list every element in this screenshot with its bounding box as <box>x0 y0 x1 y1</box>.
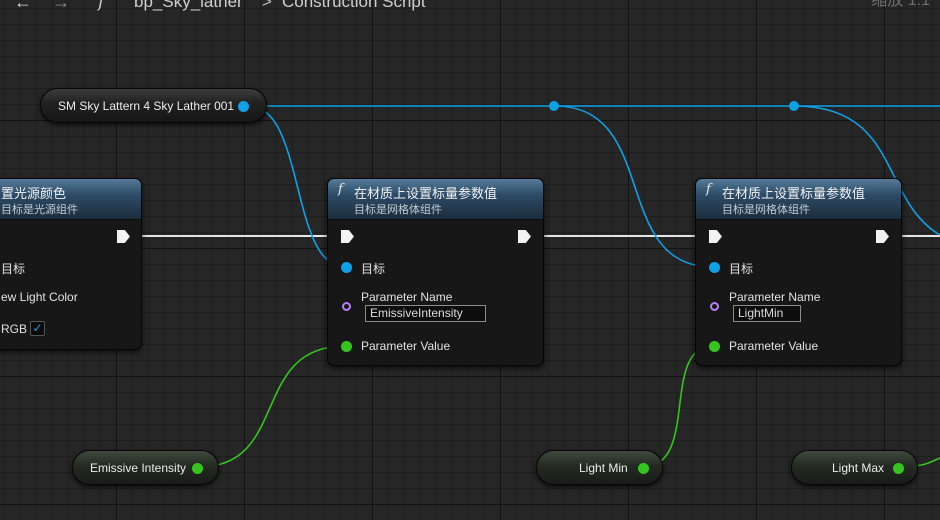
node-subtitle: 目标是网格体组件 <box>722 204 810 216</box>
function-icon: f <box>706 182 711 197</box>
node-title: 在材质上设置标量参数值 <box>722 186 866 201</box>
srgb-checkbox[interactable]: ✓ <box>30 321 45 336</box>
reroute-node[interactable] <box>789 101 799 111</box>
variable-node-light-max[interactable]: Light Max <box>791 450 918 485</box>
target-pin-label: 目标 <box>729 262 754 276</box>
node-header: f 在材质上设置标量参数值 目标是网格体组件 <box>696 179 901 220</box>
reroute-node[interactable] <box>549 101 559 111</box>
node-title: 在材质上设置标量参数值 <box>354 186 498 201</box>
target-pin-label: 目标 <box>1 262 26 276</box>
variable-output-pin[interactable] <box>893 463 904 474</box>
variable-node-light-min[interactable]: Light Min <box>536 450 663 485</box>
variable-label: Light Max <box>832 461 885 475</box>
exec-input-pin[interactable] <box>709 230 722 243</box>
object-wire <box>554 105 714 268</box>
variable-label: Light Min <box>579 461 628 475</box>
exec-output-pin[interactable] <box>876 230 889 243</box>
node-set-scalar-parameter-1[interactable]: f 在材质上设置标量参数值 目标是网格体组件 目标 Parameter Name… <box>327 178 544 366</box>
parameter-name-input[interactable]: LightMin <box>733 305 801 322</box>
new-light-color-pin-label: ew Light Color <box>1 290 78 304</box>
parameter-name-label: Parameter Name <box>361 290 453 304</box>
variable-output-pin[interactable] <box>638 463 649 474</box>
parameter-name-label: Parameter Name <box>729 290 821 304</box>
variable-label: SM Sky Lattern 4 Sky Lather 001 <box>58 99 235 113</box>
exec-output-pin[interactable] <box>518 230 531 243</box>
target-pin-label: 目标 <box>361 262 386 276</box>
parameter-value-label: Parameter Value <box>729 339 819 353</box>
node-header: 置光源颜色 目标是光源组件 <box>0 179 141 220</box>
parameter-name-pin[interactable] <box>710 302 719 311</box>
srgb-pin-label: RGB <box>1 322 28 336</box>
node-title: 置光源颜色 <box>1 186 67 201</box>
variable-output-pin[interactable] <box>238 101 249 112</box>
target-pin[interactable] <box>341 262 352 273</box>
parameter-name-input[interactable]: EmissiveIntensity <box>365 305 486 322</box>
node-subtitle: 目标是光源组件 <box>1 204 78 216</box>
parameter-value-pin[interactable] <box>709 341 720 352</box>
parameter-value-pin[interactable] <box>341 341 352 352</box>
checkmark-icon: ✓ <box>32 321 43 335</box>
variable-node-mesh[interactable]: SM Sky Lattern 4 Sky Lather 001 <box>40 88 267 123</box>
node-subtitle: 目标是网格体组件 <box>354 204 442 216</box>
node-header: f 在材质上设置标量参数值 目标是网格体组件 <box>328 179 543 220</box>
parameter-value-label: Parameter Value <box>361 339 451 353</box>
exec-input-pin[interactable] <box>341 230 354 243</box>
variable-node-emissive-intensity[interactable]: Emissive Intensity <box>72 450 219 485</box>
parameter-name-pin[interactable] <box>342 302 351 311</box>
node-set-light-color[interactable]: 置光源颜色 目标是光源组件 目标 ew Light Color RGB ✓ <box>0 178 142 350</box>
variable-output-pin[interactable] <box>192 463 203 474</box>
variable-label: Emissive Intensity <box>90 461 187 475</box>
target-pin[interactable] <box>709 262 720 273</box>
float-wire <box>198 345 346 468</box>
function-icon: f <box>338 182 343 197</box>
node-set-scalar-parameter-2[interactable]: f 在材质上设置标量参数值 目标是网格体组件 目标 Parameter Name… <box>695 178 902 366</box>
exec-output-pin[interactable] <box>117 230 130 243</box>
